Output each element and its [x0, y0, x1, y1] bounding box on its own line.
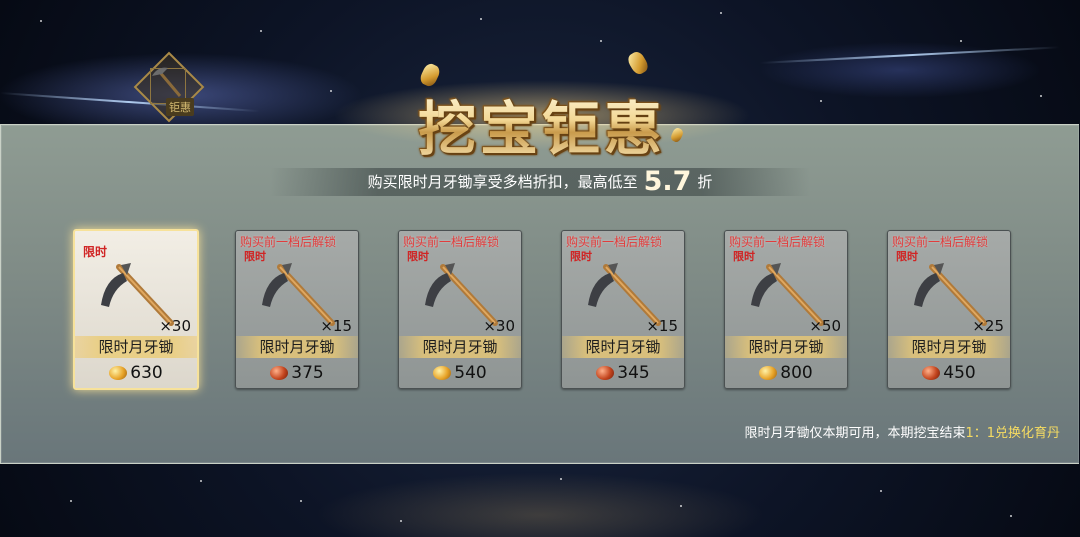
gem-icon [625, 49, 651, 77]
gold-ingot-icon [759, 366, 778, 380]
item-name: 限时月牙锄 [562, 336, 684, 358]
gold-ingot-icon [433, 366, 452, 380]
offer-card-3[interactable]: 购买前一档后解锁 限时 ×30 限时月牙锄 540 [398, 230, 522, 389]
item-name: 限时月牙锄 [399, 336, 521, 358]
subtitle-suffix: 折 [697, 173, 713, 191]
footnote: 限时月牙锄仅本期可用，本期挖宝结束1：1兑换化育丹 [744, 422, 1060, 441]
item-quantity: ×25 [972, 317, 1004, 335]
price-value: 375 [291, 363, 324, 383]
footnote-text: 限时月牙锄仅本期可用，本期挖宝结束 [744, 426, 966, 441]
subtitle-text: 购买限时月牙锄享受多档折扣，最高低至 [367, 173, 638, 191]
discount-value: 5.7 [643, 166, 692, 197]
subtitle: 购买限时月牙锄享受多档折扣，最高低至 5.7 折 [270, 168, 810, 196]
price-value: 345 [617, 363, 650, 383]
offer-card-1[interactable]: 限时 ×30 限时月牙锄 630 [73, 229, 199, 390]
red-ingot-icon [270, 366, 289, 380]
price-value: 630 [130, 363, 163, 383]
price-value: 800 [780, 363, 813, 383]
gold-ingot-icon [109, 366, 128, 380]
item-quantity: ×30 [483, 317, 515, 335]
footnote-highlight: 1：1兑换化育丹 [965, 426, 1060, 441]
emblem-tag: 钜惠 [166, 98, 194, 116]
event-emblem[interactable]: 钜惠 [130, 48, 206, 124]
subtitle-bar: 购买限时月牙锄享受多档折扣，最高低至 5.7 折 [270, 168, 810, 196]
red-ingot-icon [922, 366, 941, 380]
item-price: 345 [562, 363, 684, 383]
offer-card-4[interactable]: 购买前一档后解锁 限时 ×15 限时月牙锄 345 [561, 230, 685, 389]
item-quantity: ×50 [809, 317, 841, 335]
item-name: 限时月牙锄 [725, 336, 847, 358]
item-price: 375 [236, 363, 358, 383]
item-name: 限时月牙锄 [236, 336, 358, 358]
title-banner: 挖宝钜惠 [332, 49, 752, 163]
item-price: 800 [725, 363, 847, 383]
price-value: 540 [454, 363, 487, 383]
page-title: 挖宝钜惠 [372, 82, 712, 166]
price-value: 450 [943, 363, 976, 383]
item-quantity: ×15 [646, 317, 678, 335]
offer-card-2[interactable]: 购买前一档后解锁 限时 ×15 限时月牙锄 375 [235, 230, 359, 389]
item-price: 540 [399, 363, 521, 383]
offer-card-6[interactable]: 购买前一档后解锁 限时 ×25 限时月牙锄 450 [887, 230, 1011, 389]
offer-card-5[interactable]: 购买前一档后解锁 限时 ×50 限时月牙锄 800 [724, 230, 848, 389]
item-price: 630 [75, 363, 197, 383]
light-streak [759, 46, 1060, 64]
item-quantity: ×15 [320, 317, 352, 335]
red-ingot-icon [596, 366, 615, 380]
item-price: 450 [888, 363, 1010, 383]
pickaxe-icon [152, 67, 182, 97]
item-name: 限时月牙锄 [888, 336, 1010, 358]
item-quantity: ×30 [159, 317, 191, 335]
item-name: 限时月牙锄 [75, 336, 197, 358]
limited-tag: 限时 [83, 245, 108, 259]
